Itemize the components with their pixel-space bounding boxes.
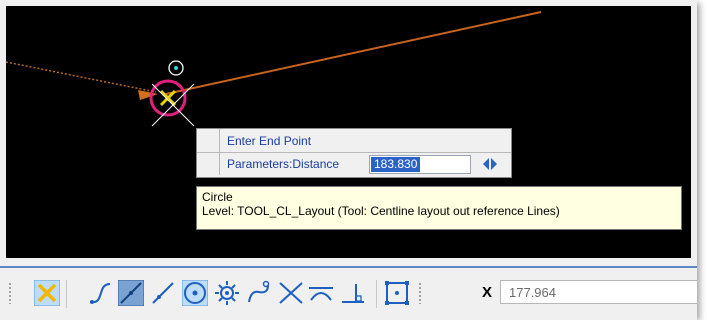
x-coordinate-label: X <box>482 284 493 301</box>
keypoint-snap-icon <box>34 280 60 306</box>
perpendicular-line-snap-button[interactable] <box>150 280 176 306</box>
intersection-snap-icon <box>279 282 303 304</box>
toolbar-separator <box>376 280 377 308</box>
origin-snap-icon <box>215 281 239 305</box>
parameter-label: Parameters:Distance <box>227 157 340 171</box>
left-right-arrows-icon[interactable] <box>477 156 507 173</box>
midpoint-snap-button[interactable] <box>118 280 144 306</box>
prompt-title: Enter End Point <box>227 134 312 148</box>
tooltip-element-type: Circle <box>202 190 233 204</box>
tangent-point-snap-icon <box>309 287 333 301</box>
center-snap-icon <box>182 280 208 306</box>
perpendicular-snap-button[interactable] <box>340 280 366 306</box>
direction-arrow-icon <box>138 90 158 100</box>
perpendicular-snap-icon <box>342 284 364 303</box>
prompt-title-row: Enter End Point <box>197 130 511 153</box>
bisector-snap-icon <box>385 281 409 305</box>
x-coordinate-input[interactable]: 177.964 <box>500 280 697 304</box>
snap-toolbar: X 177.964 <box>0 266 697 320</box>
toolbar-grip[interactable] <box>8 282 12 304</box>
distance-prompt-panel: Enter End Point Parameters:Distance 183.… <box>196 128 512 178</box>
element-info-tooltip: Circle Level: TOOL_CL_Layout (Tool: Cent… <box>196 186 682 230</box>
intersection-snap-button[interactable] <box>278 280 304 306</box>
distance-input[interactable]: 183.830 <box>369 155 471 174</box>
tooltip-level-info: Level: TOOL_CL_Layout (Tool: Centline la… <box>202 204 560 218</box>
origin-snap-button[interactable] <box>214 280 240 306</box>
center-snap-button[interactable] <box>182 280 208 306</box>
dashed-reference-line <box>6 61 157 93</box>
tangent-snap-icon <box>248 280 270 303</box>
bisector-snap-button[interactable] <box>384 280 410 306</box>
center-dot <box>174 66 178 70</box>
toolbar-separator <box>66 280 67 308</box>
midpoint-snap-icon <box>118 280 144 306</box>
toolbar-grip-2[interactable] <box>418 282 422 304</box>
microstation-window: Enter End Point Parameters:Distance 183.… <box>0 0 697 320</box>
keypoint-snap-button[interactable] <box>34 280 60 306</box>
reference-line <box>165 11 542 95</box>
parameter-row: Parameters:Distance 183.830 <box>197 153 511 175</box>
tangent-snap-button[interactable] <box>246 280 272 306</box>
nearest-snap-button[interactable] <box>88 280 114 306</box>
distance-value[interactable]: 183.830 <box>371 157 421 172</box>
tangent-point-snap-button[interactable] <box>308 280 334 306</box>
perpendicular-line-snap-icon <box>152 282 174 304</box>
nearest-snap-icon <box>90 283 111 304</box>
